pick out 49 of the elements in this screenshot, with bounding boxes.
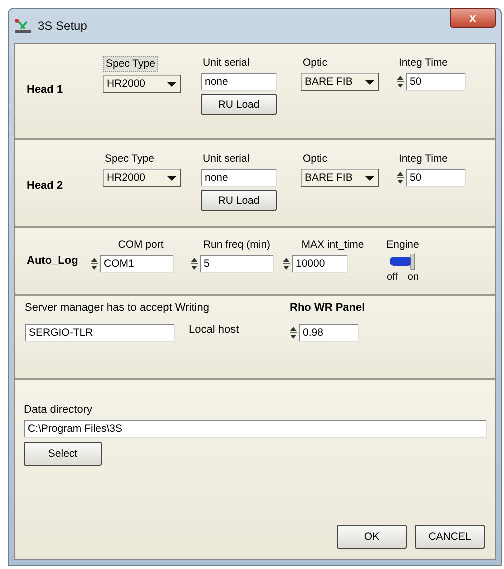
rho-wr-panel-label: Rho WR Panel [290, 302, 366, 314]
integ-time-label: Integ Time [398, 56, 450, 70]
optic-dropdown[interactable]: BARE FIB [301, 169, 379, 187]
server-note: Server manager has to accept Writing [25, 302, 210, 314]
spin-arrows-icon[interactable] [290, 325, 297, 341]
head-label: Head 1 [26, 83, 64, 96]
unit-serial-field[interactable]: none [201, 73, 277, 91]
ru-load-button[interactable]: RU Load [201, 190, 277, 211]
spin-arrows-icon[interactable] [397, 170, 404, 186]
off-label: off [386, 272, 398, 283]
spec-type-label: Spec Type [104, 152, 156, 166]
ru-load-button[interactable]: RU Load [201, 94, 277, 115]
spec-type-dropdown[interactable]: HR2000 [103, 169, 181, 187]
unit-serial-label: Unit serial [202, 56, 251, 70]
field-label: COM port [117, 238, 165, 252]
head-label: Head 2 [26, 179, 64, 192]
spin-arrows-icon[interactable] [191, 256, 198, 272]
data-directory-field[interactable]: C:\Program Files\3S [24, 420, 487, 438]
number-field[interactable]: COM1 [100, 255, 174, 273]
spin-arrows-icon[interactable] [283, 256, 290, 272]
number-field[interactable]: 50 [406, 169, 466, 187]
local-host-label: Local host [189, 324, 240, 336]
number-field[interactable]: 50 [406, 73, 466, 91]
window-title: 3S Setup [38, 19, 88, 33]
spec-type-label: Spec Type [103, 56, 158, 72]
number-field[interactable]: 5 [200, 255, 274, 273]
field-label: MAX int_time [300, 238, 366, 252]
engine-toggle[interactable] [389, 254, 417, 270]
spin-arrows-icon[interactable] [397, 74, 404, 90]
auto-log-label: Auto_Log [26, 254, 80, 269]
optic-label: Optic [302, 56, 329, 70]
on-label: on [408, 272, 420, 283]
engine-label: Engine [386, 238, 420, 252]
app-logo-icon [14, 18, 32, 34]
unit-serial-field[interactable]: none [201, 169, 277, 187]
select-button[interactable]: Select [24, 442, 102, 466]
host-field[interactable]: SERGIO-TLR [25, 324, 175, 342]
dialog-button[interactable]: OK [337, 525, 407, 549]
dialog-button[interactable]: CANCEL [415, 525, 485, 549]
integ-time-label: Integ Time [398, 152, 450, 166]
unit-serial-label: Unit serial [202, 152, 251, 166]
number-field[interactable]: 10000 [292, 255, 348, 273]
optic-dropdown[interactable]: BARE FIB [301, 73, 379, 91]
field-label: Run freq (min) [202, 238, 272, 252]
number-field[interactable]: 0.98 [299, 324, 359, 342]
spin-arrows-icon[interactable] [91, 256, 98, 272]
optic-label: Optic [302, 152, 329, 166]
spec-type-dropdown[interactable]: HR2000 [103, 75, 181, 93]
data-directory-label: Data directory [24, 404, 94, 416]
